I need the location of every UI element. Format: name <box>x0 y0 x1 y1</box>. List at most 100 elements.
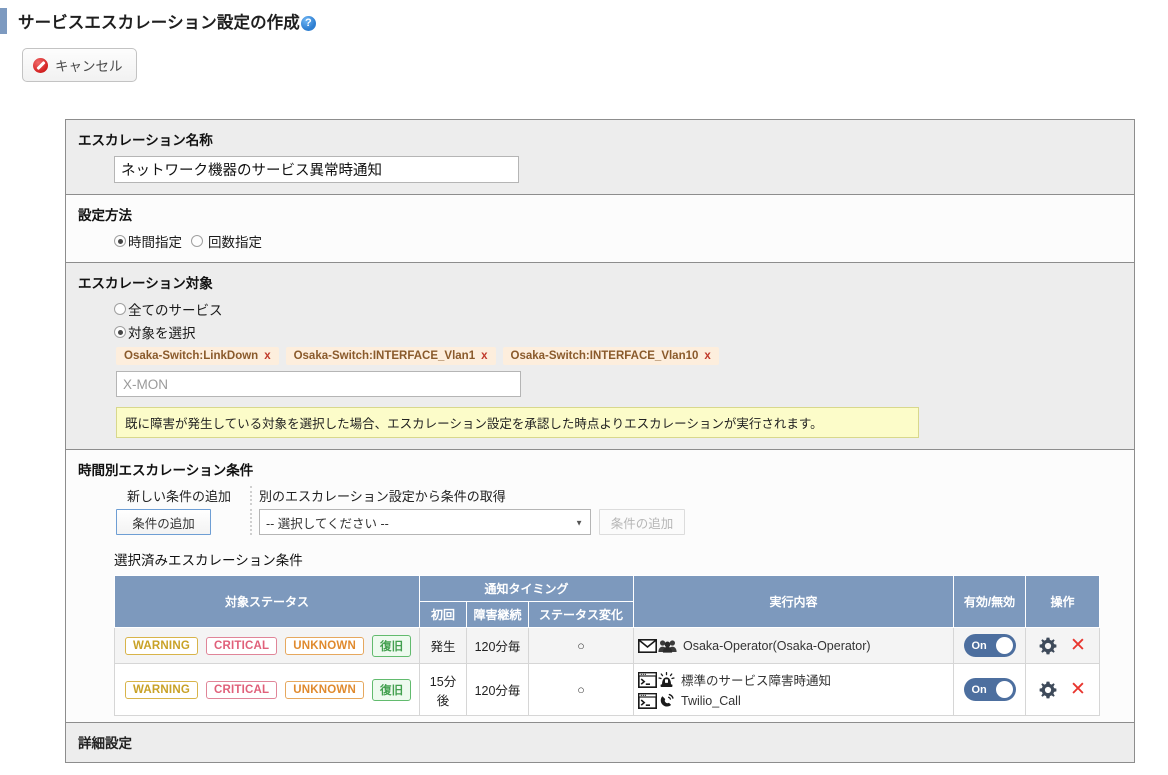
cell-timing-first: 15分後 <box>419 663 467 716</box>
action-label: Osaka-Operator(Osaka-Operator) <box>683 638 871 653</box>
th-target-status: 対象ステータス <box>114 575 420 628</box>
status-badge-recovery: 復旧 <box>371 634 412 657</box>
th-notification-timing: 通知タイミング <box>419 575 634 602</box>
target-tag: Osaka-Switch:LinkDown x <box>116 347 279 365</box>
table-header-row-1: 対象ステータス 通知タイミング 実行内容 有効/無効 操作 <box>114 575 1100 628</box>
enabled-toggle-label: On <box>971 639 987 652</box>
escalation-form-panel: エスカレーション名称 設定方法 時間指定 回数指定 エスカレーション対象 全ての… <box>65 119 1135 763</box>
action-label: 標準のサービス障害時通知 <box>681 674 832 688</box>
action-label: Twilio_Call <box>681 694 741 708</box>
header-accent-bar <box>0 8 7 34</box>
cell-timing-first: 発生 <box>419 627 467 664</box>
target-tag: Osaka-Switch:INTERFACE_Vlan1 x <box>285 347 496 365</box>
target-tag-label: Osaka-Switch:LinkDown <box>124 350 259 362</box>
target-notice-message: 既に障害が発生している対象を選択した場合、エスカレーション設定を承認した時点より… <box>116 407 919 438</box>
radio-count-specified[interactable] <box>191 235 203 247</box>
gear-icon[interactable] <box>1039 681 1057 699</box>
condition-new-label: 新しい条件の追加 <box>126 489 231 504</box>
enabled-toggle[interactable]: On <box>963 678 1016 701</box>
close-icon[interactable]: ✕ <box>1070 680 1086 699</box>
status-badge-recovery: 復旧 <box>371 678 412 701</box>
radio-count-specified-label[interactable]: 回数指定 <box>208 231 262 251</box>
cancel-button-label: キャンセル <box>55 59 123 74</box>
close-icon[interactable]: ✕ <box>1070 636 1086 655</box>
condition-import-label: 別のエスカレーション設定から条件の取得 <box>259 489 506 504</box>
alarm-icon <box>658 671 675 688</box>
status-badge-critical: CRITICAL <box>205 636 278 655</box>
escalation-name-input[interactable] <box>114 156 519 183</box>
radio-select-target-label[interactable]: 対象を選択 <box>128 322 196 342</box>
target-tag-remove-icon[interactable]: x <box>264 350 270 362</box>
target-radio-select-row: 対象を選択 <box>114 322 1134 342</box>
condition-headers: 新しい条件の追加 別のエスカレーション設定から条件の取得 <box>114 486 1134 505</box>
add-imported-condition-button[interactable]: 条件の追加 <box>599 509 685 535</box>
selected-target-tags: Osaka-Switch:LinkDown x Osaka-Switch:INT… <box>116 347 1134 365</box>
page-header: サービスエスカレーション設定の作成? <box>0 0 1168 40</box>
section-setting-method: 設定方法 時間指定 回数指定 <box>66 195 1134 263</box>
mail-icon <box>638 638 657 653</box>
section-escalation-target-title: エスカレーション対象 <box>78 276 213 291</box>
cell-enabled: On <box>953 627 1026 664</box>
cell-timing-continue: 120分毎 <box>466 663 529 716</box>
status-badge-unknown: UNKNOWN <box>285 680 364 699</box>
status-badge-warning: WARNING <box>125 680 198 699</box>
import-escalation-select-value: -- 選択してください -- <box>266 516 389 531</box>
action-entry: Twilio_Call <box>638 693 949 709</box>
table-row: WARNING CRITICAL UNKNOWN 復旧 15分後 120分毎 ○ <box>114 663 1100 716</box>
page-title: サービスエスカレーション設定の作成? <box>18 9 316 33</box>
phone-icon <box>658 693 675 709</box>
import-escalation-select[interactable]: -- 選択してください -- ▼ <box>259 509 591 535</box>
chevron-down-icon: ▼ <box>575 518 583 528</box>
toggle-knob <box>995 681 1013 698</box>
th-enabled: 有効/無効 <box>953 575 1026 628</box>
target-tag: Osaka-Switch:INTERFACE_Vlan10 x <box>502 347 719 365</box>
target-radio-all-row: 全てのサービス <box>114 299 1134 319</box>
section-setting-method-title: 設定方法 <box>78 208 132 223</box>
th-timing-first: 初回 <box>419 601 467 628</box>
toggle-knob <box>995 637 1013 654</box>
cell-status: WARNING CRITICAL UNKNOWN 復旧 <box>114 627 420 664</box>
group-icon <box>658 639 677 653</box>
target-tag-label: Osaka-Switch:INTERFACE_Vlan1 <box>293 350 476 362</box>
gear-icon[interactable] <box>1039 637 1057 655</box>
cell-action: Osaka-Operator(Osaka-Operator) <box>633 627 954 664</box>
target-tag-remove-icon[interactable]: x <box>704 350 710 362</box>
radio-all-services[interactable] <box>114 303 126 315</box>
section-time-conditions: 時間別エスカレーション条件 新しい条件の追加 別のエスカレーション設定から条件の… <box>66 450 1134 723</box>
add-condition-button[interactable]: 条件の追加 <box>116 509 211 535</box>
deny-icon <box>33 57 48 73</box>
radio-time-specified-label[interactable]: 時間指定 <box>128 231 182 251</box>
radio-all-services-label[interactable]: 全てのサービス <box>128 299 223 319</box>
radio-select-target[interactable] <box>114 326 126 338</box>
th-timing-continue: 障害継続 <box>466 601 529 628</box>
condition-controls: 条件の追加 -- 選択してください -- ▼ 条件の追加 <box>114 509 1134 535</box>
section-advanced-settings: 詳細設定 <box>66 723 1134 763</box>
status-badge-unknown: UNKNOWN <box>285 636 364 655</box>
cell-timing-change: ○ <box>528 663 634 716</box>
section-escalation-target: エスカレーション対象 全てのサービス 対象を選択 Osaka-Switch:Li… <box>66 263 1134 450</box>
help-circle-icon[interactable]: ? <box>300 16 316 31</box>
enabled-toggle[interactable]: On <box>963 634 1016 657</box>
condition-divider-2 <box>250 509 252 535</box>
target-search-input[interactable] <box>116 371 521 397</box>
method-radio-group: 時間指定 回数指定 <box>114 231 1134 251</box>
target-tag-remove-icon[interactable]: x <box>481 350 487 362</box>
selected-conditions-subtitle: 選択済みエスカレーション条件 <box>114 553 303 568</box>
radio-time-specified[interactable] <box>114 235 126 247</box>
th-timing-change: ステータス変化 <box>528 601 634 628</box>
cell-timing-continue: 120分毎 <box>466 627 529 664</box>
cell-status: WARNING CRITICAL UNKNOWN 復旧 <box>114 663 420 716</box>
cancel-button[interactable]: キャンセル <box>22 48 137 82</box>
action-entry: 標準のサービス障害時通知 <box>638 670 949 689</box>
target-tag-label: Osaka-Switch:INTERFACE_Vlan10 <box>510 350 699 362</box>
condition-divider <box>250 486 252 505</box>
toolbar: キャンセル <box>0 40 1168 82</box>
th-action-content: 実行内容 <box>633 575 954 628</box>
section-escalation-name: エスカレーション名称 <box>66 120 1134 195</box>
page-title-text: サービスエスカレーション設定の作成 <box>18 14 300 32</box>
escalation-conditions-table: 対象ステータス 通知タイミング 実行内容 有効/無効 操作 初回 障害継続 ステ… <box>114 575 1100 716</box>
section-time-conditions-title: 時間別エスカレーション条件 <box>78 463 254 478</box>
cell-enabled: On <box>953 663 1026 716</box>
cell-operations: ✕ <box>1025 627 1100 664</box>
terminal-icon <box>638 693 657 709</box>
